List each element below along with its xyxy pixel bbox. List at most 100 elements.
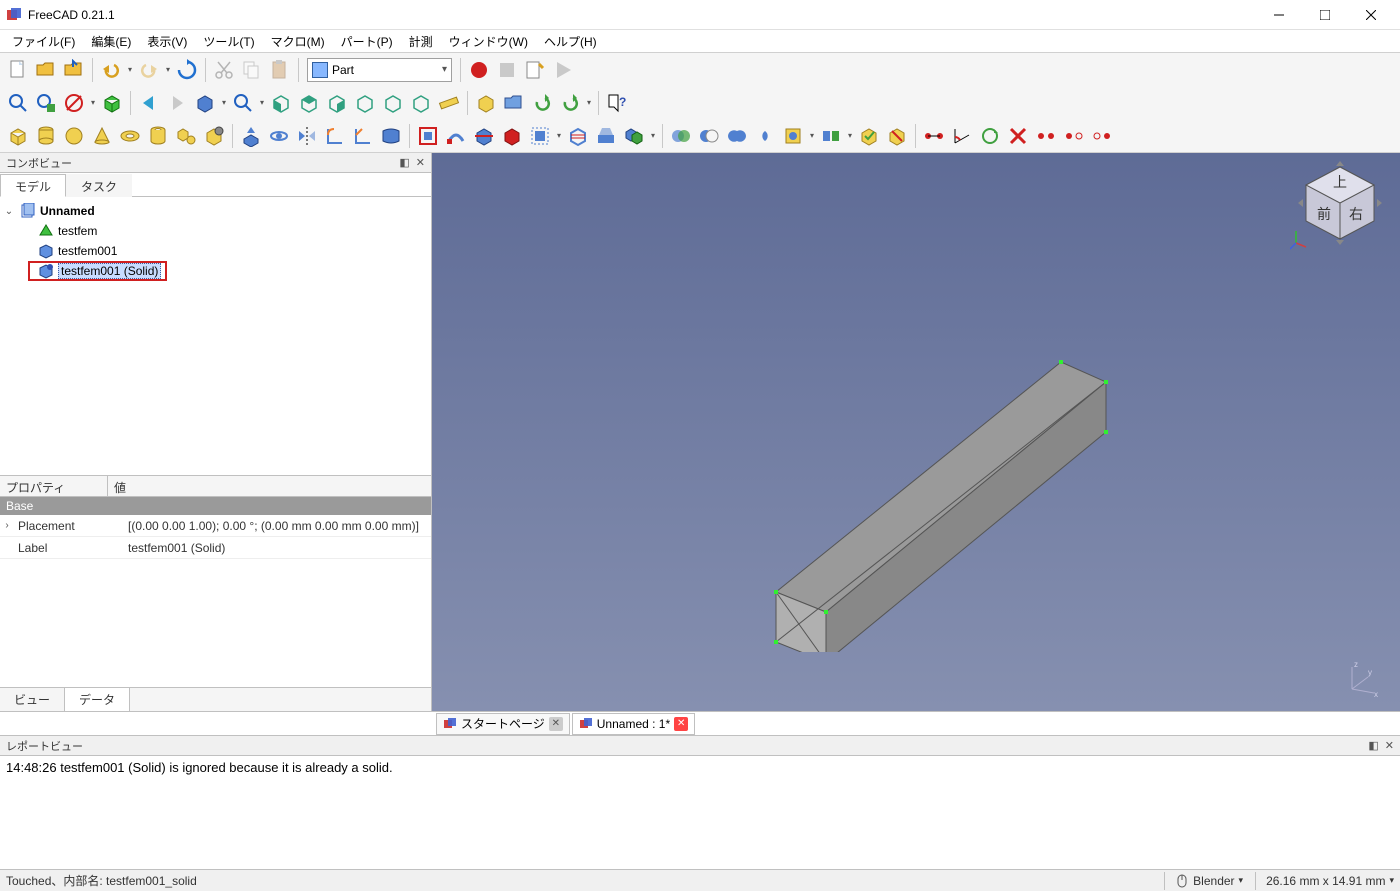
part-cylinder-button[interactable] bbox=[33, 123, 59, 149]
nav-back-button[interactable] bbox=[136, 90, 162, 116]
isometric-button[interactable] bbox=[192, 90, 218, 116]
measure-toggle-delta-button[interactable] bbox=[1089, 123, 1115, 149]
part-defeaturing-button[interactable] bbox=[884, 123, 910, 149]
expand-icon[interactable]: › bbox=[0, 520, 14, 531]
part-loft-button[interactable] bbox=[415, 123, 441, 149]
model-tree[interactable]: ⌄ Unnamed testfem testfem001 testfem001 … bbox=[0, 197, 431, 475]
part-revolve-button[interactable] bbox=[266, 123, 292, 149]
tab-close-icon[interactable]: ✕ bbox=[674, 717, 688, 731]
fit-selection-button[interactable] bbox=[33, 90, 59, 116]
part-box-button[interactable] bbox=[5, 123, 31, 149]
part-split-button[interactable] bbox=[818, 123, 844, 149]
property-row-placement[interactable]: › Placement [(0.00 0.00 1.00); 0.00 °; (… bbox=[0, 515, 431, 537]
part-mirror-button[interactable] bbox=[294, 123, 320, 149]
workbench-selector[interactable]: Part ▾ bbox=[307, 58, 452, 82]
3d-viewport[interactable]: 上 前 右 z x y bbox=[432, 153, 1400, 711]
tree-node[interactable]: testfem bbox=[2, 221, 429, 241]
property-value[interactable]: testfem001 (Solid) bbox=[122, 541, 431, 555]
minimize-button[interactable] bbox=[1256, 0, 1302, 30]
menu-measure[interactable]: 計測 bbox=[401, 31, 441, 52]
dimensions-readout[interactable]: 26.16 mm x 14.91 mm ▾ bbox=[1255, 872, 1394, 890]
macro-run-button[interactable] bbox=[550, 57, 576, 83]
close-button[interactable] bbox=[1348, 0, 1394, 30]
menu-help[interactable]: ヘルプ(H) bbox=[536, 31, 605, 52]
undo-dropdown[interactable]: ▾ bbox=[125, 65, 135, 74]
measure-linear-button[interactable] bbox=[921, 123, 947, 149]
part-sphere-button[interactable] bbox=[61, 123, 87, 149]
fit-all-button[interactable] bbox=[5, 90, 31, 116]
measure-distance-button[interactable] bbox=[436, 90, 462, 116]
macro-edit-button[interactable] bbox=[522, 57, 548, 83]
part-cut-button[interactable] bbox=[696, 123, 722, 149]
measure-toggle-3d-button[interactable] bbox=[1061, 123, 1087, 149]
solid-model[interactable] bbox=[676, 212, 1156, 652]
menu-file[interactable]: ファイル(F) bbox=[4, 31, 83, 52]
tree-node-selected[interactable]: testfem001 (Solid) bbox=[2, 261, 429, 281]
right-view-button[interactable] bbox=[324, 90, 350, 116]
front-view-button[interactable] bbox=[268, 90, 294, 116]
measure-refresh-button[interactable] bbox=[977, 123, 1003, 149]
report-text[interactable]: 14:48:26 testfem001 (Solid) is ignored b… bbox=[0, 756, 1400, 842]
zoom-button[interactable] bbox=[230, 90, 256, 116]
part-projection-button[interactable] bbox=[593, 123, 619, 149]
part-torus-button[interactable] bbox=[117, 123, 143, 149]
property-value[interactable]: [(0.00 0.00 1.00); 0.00 °; (0.00 mm 0.00… bbox=[122, 519, 431, 533]
whats-this-button[interactable]: ? bbox=[604, 90, 630, 116]
top-view-button[interactable] bbox=[296, 90, 322, 116]
zoom-dropdown[interactable]: ▾ bbox=[257, 98, 267, 107]
part-section-button[interactable] bbox=[471, 123, 497, 149]
part-join-connect-button[interactable] bbox=[780, 123, 806, 149]
part-cross-sections-button[interactable] bbox=[499, 123, 525, 149]
tree-collapse-icon[interactable]: ⌄ bbox=[2, 206, 16, 217]
draw-style-dropdown[interactable]: ▾ bbox=[88, 98, 98, 107]
menu-window[interactable]: ウィンドウ(W) bbox=[441, 31, 536, 52]
panel-float-icon[interactable]: ◧ bbox=[399, 156, 409, 169]
link-make-button[interactable] bbox=[529, 90, 555, 116]
iso-dropdown[interactable]: ▾ bbox=[219, 98, 229, 107]
part-fuse-button[interactable] bbox=[724, 123, 750, 149]
menu-macro[interactable]: マクロ(M) bbox=[263, 31, 333, 52]
tab-document[interactable]: Unnamed : 1* ✕ bbox=[572, 713, 695, 735]
part-chamfer-button[interactable] bbox=[350, 123, 376, 149]
macro-stop-button[interactable] bbox=[494, 57, 520, 83]
macro-record-button[interactable] bbox=[466, 57, 492, 83]
create-group-button[interactable] bbox=[501, 90, 527, 116]
cut-button[interactable] bbox=[211, 57, 237, 83]
refresh-button[interactable] bbox=[174, 57, 200, 83]
part-extrude-button[interactable] bbox=[238, 123, 264, 149]
measure-toggle-all-button[interactable] bbox=[1033, 123, 1059, 149]
copy-button[interactable] bbox=[239, 57, 265, 83]
part-check-geometry-button[interactable] bbox=[856, 123, 882, 149]
link-dropdown[interactable]: ▾ bbox=[584, 98, 594, 107]
tree-root-node[interactable]: ⌄ Unnamed bbox=[2, 201, 429, 221]
nav-forward-button[interactable] bbox=[164, 90, 190, 116]
redo-button[interactable] bbox=[136, 57, 162, 83]
save-file-button[interactable] bbox=[61, 57, 87, 83]
open-file-button[interactable] bbox=[33, 57, 59, 83]
bounding-box-button[interactable] bbox=[99, 90, 125, 116]
part-primitives-button[interactable] bbox=[173, 123, 199, 149]
rear-view-button[interactable] bbox=[352, 90, 378, 116]
tab-close-icon[interactable]: ✕ bbox=[549, 717, 563, 731]
part-compound-button[interactable] bbox=[621, 123, 647, 149]
part-sweep-button[interactable] bbox=[443, 123, 469, 149]
compound-dropdown[interactable]: ▾ bbox=[648, 131, 658, 140]
part-thickness-button[interactable] bbox=[565, 123, 591, 149]
left-view-button[interactable] bbox=[408, 90, 434, 116]
part-common-button[interactable] bbox=[752, 123, 778, 149]
measure-clear-button[interactable] bbox=[1005, 123, 1031, 149]
menu-tools[interactable]: ツール(T) bbox=[195, 31, 262, 52]
tab-data[interactable]: データ bbox=[64, 688, 130, 711]
tab-task[interactable]: タスク bbox=[66, 174, 132, 197]
part-tube-button[interactable] bbox=[145, 123, 171, 149]
part-fillet-button[interactable] bbox=[322, 123, 348, 149]
tab-start-page[interactable]: スタートページ ✕ bbox=[436, 713, 570, 735]
menu-view[interactable]: 表示(V) bbox=[139, 31, 195, 52]
panel-float-icon[interactable]: ◧ bbox=[1368, 739, 1378, 752]
new-file-button[interactable] bbox=[5, 57, 31, 83]
maximize-button[interactable] bbox=[1302, 0, 1348, 30]
part-builder-button[interactable] bbox=[201, 123, 227, 149]
paste-button[interactable] bbox=[267, 57, 293, 83]
redo-dropdown[interactable]: ▾ bbox=[163, 65, 173, 74]
nav-style-selector[interactable]: Blender ▾ bbox=[1164, 872, 1243, 890]
